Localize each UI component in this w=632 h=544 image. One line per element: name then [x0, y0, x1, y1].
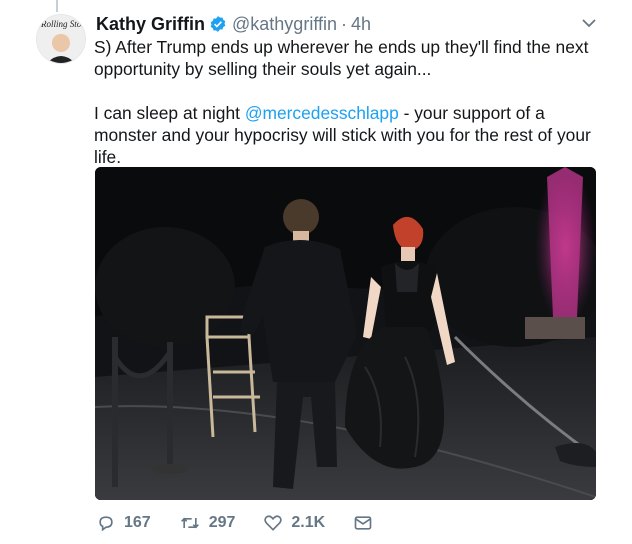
- tweet-text-before-mention: I can sleep at night: [94, 103, 245, 123]
- like-icon: [264, 515, 283, 531]
- author-name[interactable]: Kathy Griffin: [96, 14, 205, 35]
- tweet-text: S) After Trump ends up wherever he ends …: [94, 36, 604, 168]
- avatar-logo-text: Rolling Stone: [40, 19, 85, 29]
- thread-connector-line: [56, 0, 58, 12]
- tweet-header: Kathy Griffin @kathygriffin · 4h: [96, 12, 602, 36]
- direct-message-button[interactable]: [353, 513, 381, 533]
- like-button[interactable]: 2.1K: [263, 513, 325, 533]
- reply-icon: [99, 516, 113, 532]
- like-count: 2.1K: [291, 514, 326, 531]
- tweet-photo[interactable]: [95, 167, 596, 500]
- retweet-count: 297: [208, 514, 236, 531]
- avatar-image: Rolling Stone: [37, 15, 85, 63]
- retweet-button[interactable]: 297: [179, 513, 236, 533]
- avatar[interactable]: Rolling Stone: [36, 14, 86, 64]
- tweet-timestamp[interactable]: 4h: [351, 14, 371, 35]
- dm-icon: [354, 516, 372, 530]
- photo-image: [95, 167, 596, 500]
- verified-badge-icon: [209, 15, 227, 33]
- reply-count: 167: [124, 514, 151, 531]
- tweet-paragraph-2: I can sleep at night @mercedesschlapp - …: [94, 102, 604, 168]
- retweet-icon: [180, 517, 199, 529]
- reply-button[interactable]: 167: [96, 513, 151, 533]
- tweet-actions: 167 297 2.1K: [96, 512, 409, 534]
- separator-dot: ·: [341, 13, 348, 34]
- mention-link[interactable]: @mercedesschlapp: [245, 103, 399, 123]
- author-handle[interactable]: @kathygriffin: [232, 14, 337, 35]
- chevron-down-icon[interactable]: [580, 14, 598, 32]
- tweet-paragraph-1: S) After Trump ends up wherever he ends …: [94, 37, 589, 79]
